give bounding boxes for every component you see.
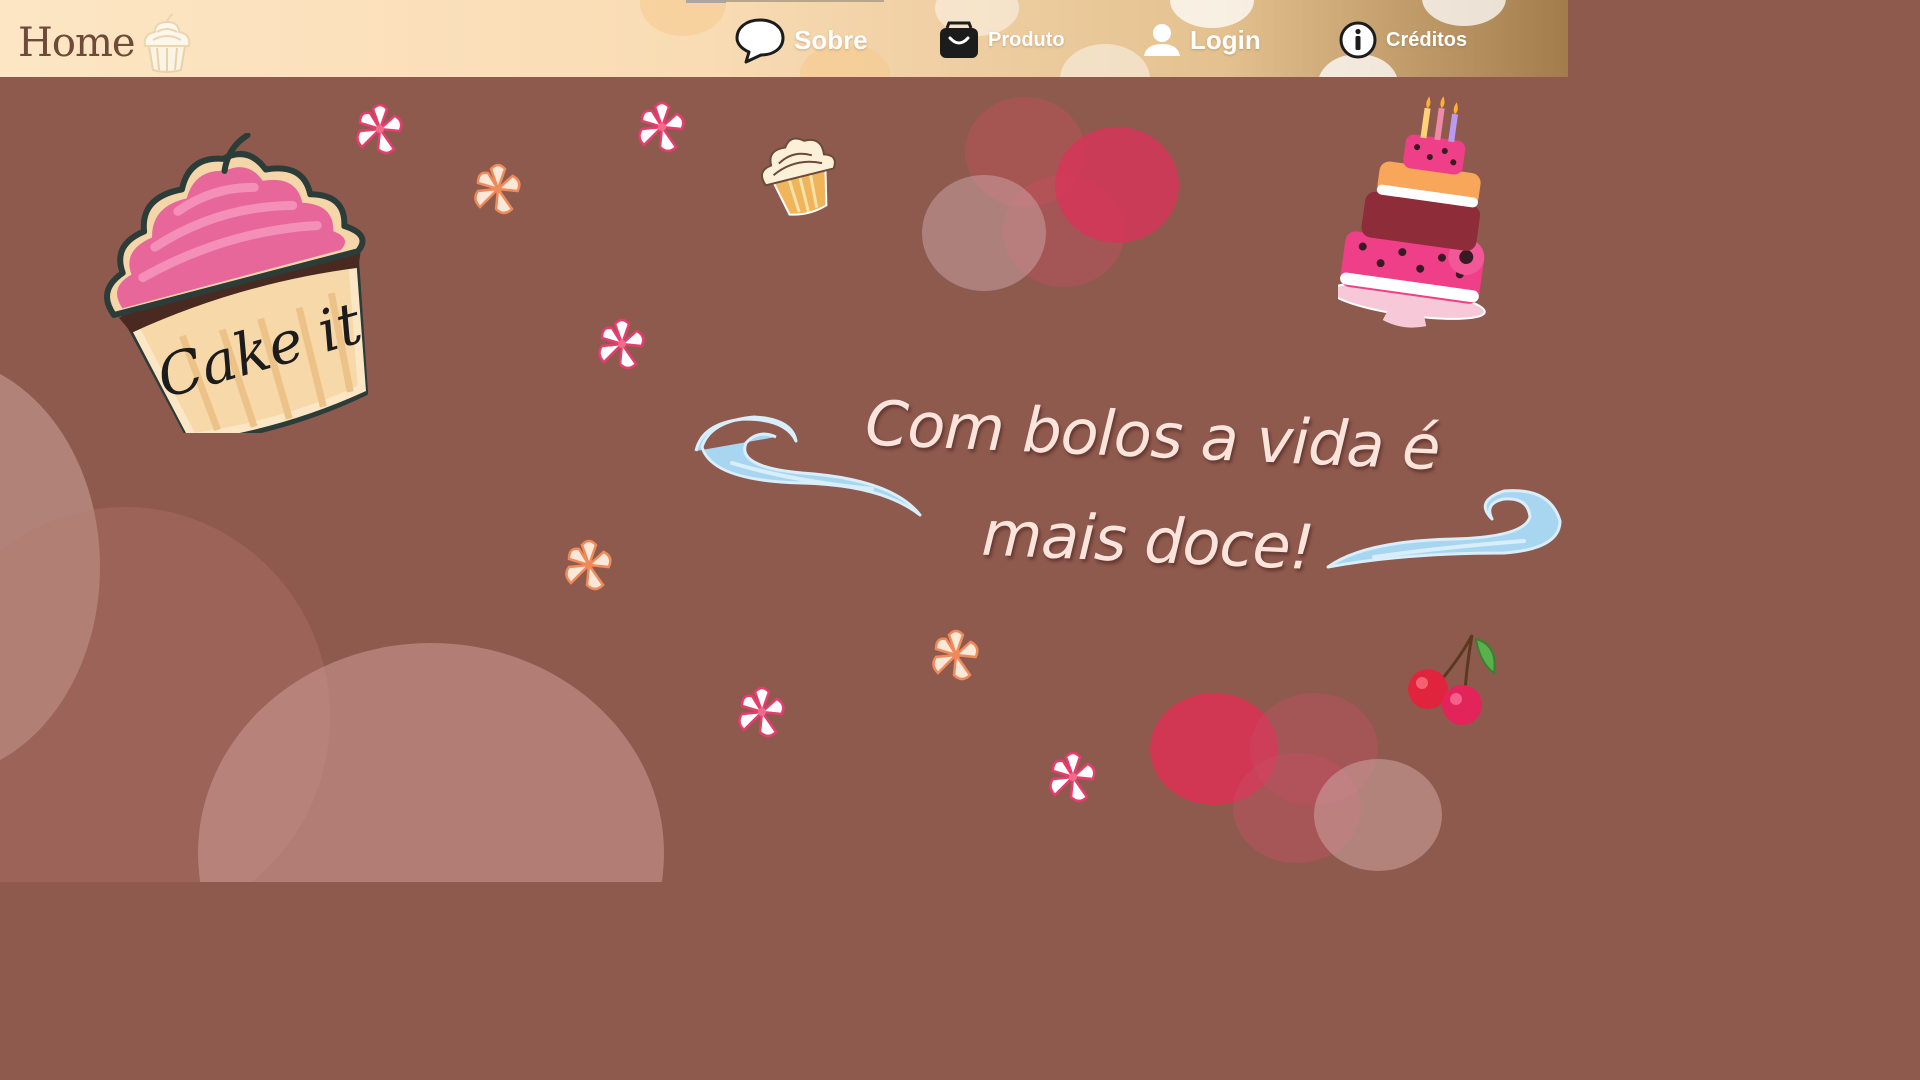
- nav-sobre[interactable]: Sobre: [734, 14, 868, 66]
- user-icon: [1144, 24, 1180, 56]
- header-bokeh: [1060, 44, 1150, 77]
- nav-produto[interactable]: Produto: [938, 14, 1065, 66]
- hero-slogan: Com bolos a vida é mais doce!: [863, 386, 1441, 585]
- home-label: Home: [18, 20, 136, 66]
- nav-creditos-label: Créditos: [1386, 28, 1468, 51]
- sakura-flower-icon: [598, 318, 645, 370]
- nav-login[interactable]: Login: [1142, 14, 1261, 66]
- info-icon: [1339, 21, 1377, 59]
- nav-creditos[interactable]: Créditos: [1338, 14, 1467, 66]
- cherries-icon: [1408, 634, 1496, 725]
- background-bokeh: [1314, 759, 1442, 871]
- sakura-flower-icon: [1049, 751, 1096, 803]
- sakura-flower-icon: [356, 103, 403, 155]
- background-bokeh: [922, 175, 1046, 291]
- top-navigation-bar: Home Sobre Produto Login Créditos: [0, 0, 1568, 77]
- nav-sobre-label: Sobre: [794, 24, 868, 55]
- sakura-flower-icon: [474, 163, 521, 215]
- background-bokeh: [1055, 127, 1179, 243]
- speech-bubble-icon: [735, 18, 785, 64]
- cupcake-icon: [760, 137, 836, 216]
- sakura-flower-icon: [932, 629, 979, 681]
- shopping-bag-icon: [940, 21, 978, 58]
- top-accent-line-secondary: [726, 0, 884, 2]
- hero-section: Cake it Com bolos a vida é mais doce!: [0, 77, 1568, 882]
- home-link[interactable]: Home: [18, 13, 195, 73]
- sakura-flower-icon: [738, 686, 785, 738]
- nav-produto-label: Produto: [988, 28, 1065, 51]
- cupcake-icon: [143, 13, 190, 73]
- birthday-cake-icon: [1338, 96, 1486, 328]
- nav-login-label: Login: [1190, 24, 1261, 55]
- cake-it-logo: Cake it: [104, 133, 370, 433]
- sakura-flower-icon: [565, 539, 612, 591]
- header-bokeh: [640, 0, 726, 36]
- sakura-flower-icon: [638, 101, 685, 153]
